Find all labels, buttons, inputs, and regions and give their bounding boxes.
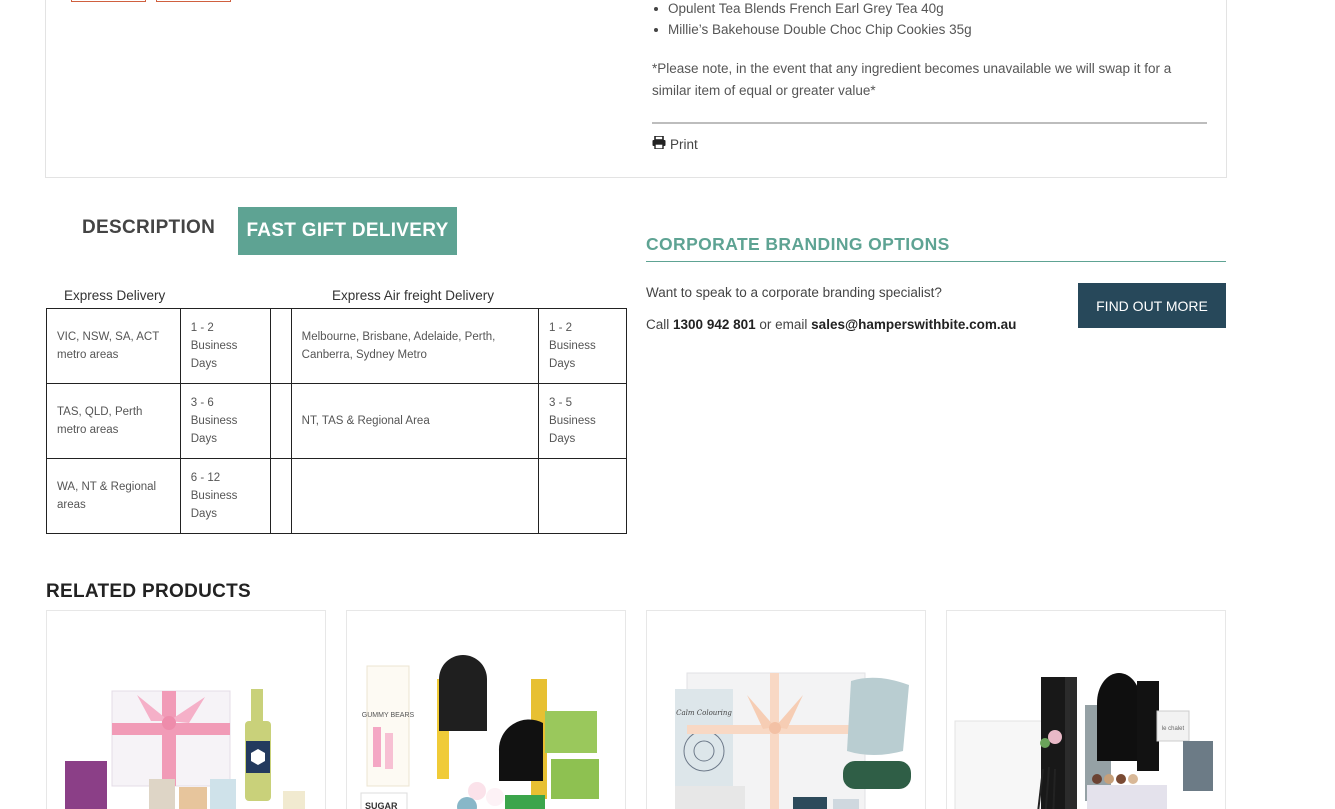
region-cell: TAS, QLD, Perth metro areas [46, 383, 181, 459]
email-link[interactable]: sales@hamperswithbite.com.au [811, 317, 1016, 332]
product-label-text: SUGAR [365, 801, 398, 809]
air-freight-header: Express Air freight Delivery [332, 288, 495, 303]
spacer-cell [269, 308, 292, 384]
product-image: le chalet [954, 673, 1213, 809]
branding-contact: Call 1300 942 801 or email sales@hampers… [646, 317, 1016, 332]
print-link[interactable]: Print [652, 135, 698, 152]
product-card[interactable] [46, 610, 326, 809]
time-cell: 1 - 2 Business Days [179, 308, 271, 384]
ingredient-item: Opulent Tea Blends French Earl Grey Tea … [652, 0, 1212, 19]
time-cell: 6 - 12 Business Days [179, 458, 271, 534]
tab-description[interactable]: DESCRIPTION [82, 217, 215, 239]
ingredient-item: Millie’s Bakehouse Double Choc Chip Cook… [652, 19, 1212, 40]
air-region-cell [290, 458, 540, 534]
thumbnail-stub[interactable] [71, 0, 146, 2]
product-detail-card: Opulent Tea Blends French Earl Grey Tea … [45, 0, 1227, 178]
product-image: GUMMY BEARS SUGAR [360, 655, 599, 809]
air-region-cell: Melbourne, Brisbane, Adelaide, Perth, Ca… [290, 308, 540, 384]
air-time-cell: 3 - 5 Business Days [538, 383, 627, 459]
ingredient-list: Opulent Tea Blends French Earl Grey Tea … [652, 0, 1212, 40]
phone-link[interactable]: 1300 942 801 [673, 317, 756, 332]
time-cell: 3 - 6 Business Days [179, 383, 271, 459]
related-products-title: RELATED PRODUCTS [46, 581, 252, 602]
air-time-cell [538, 458, 627, 534]
corporate-branding-title: CORPORATE BRANDING OPTIONS [646, 234, 950, 254]
spacer-cell [269, 383, 292, 459]
table-row: TAS, QLD, Perth metro areas 3 - 6 Busine… [46, 383, 627, 459]
print-label: Print [670, 136, 698, 152]
product-card[interactable]: GUMMY BEARS SUGAR [346, 610, 626, 809]
table-row: VIC, NSW, SA, ACT metro areas 1 - 2 Busi… [46, 308, 627, 384]
product-card[interactable]: le chalet [946, 610, 1226, 809]
product-image: Calm Colouring [675, 672, 911, 809]
find-out-more-button[interactable]: FIND OUT MORE [1078, 283, 1226, 328]
air-time-cell: 1 - 2 Business Days [538, 308, 627, 384]
product-label-text: le chalet [1162, 726, 1185, 732]
substitution-note: *Please note, in the event that any ingr… [652, 61, 1172, 98]
or-email-text: or email [759, 317, 808, 332]
product-card[interactable]: Calm Colouring [646, 610, 926, 809]
product-label-text: GUMMY BEARS [362, 712, 415, 719]
region-cell: VIC, NSW, SA, ACT metro areas [46, 308, 181, 384]
call-prefix: Call [646, 317, 670, 332]
product-label-text: Calm Colouring [676, 709, 732, 717]
thumbnail-stub[interactable] [156, 0, 231, 2]
tab-fast-gift-delivery[interactable]: FAST GIFT DELIVERY [238, 207, 457, 255]
product-image [65, 689, 305, 809]
region-cell: WA, NT & Regional areas [46, 458, 181, 534]
spacer-cell [269, 458, 292, 534]
delivery-table: VIC, NSW, SA, ACT metro areas 1 - 2 Busi… [46, 308, 627, 534]
air-region-cell: NT, TAS & Regional Area [290, 383, 540, 459]
divider [652, 122, 1207, 124]
express-delivery-header: Express Delivery [64, 288, 166, 303]
branding-question: Want to speak to a corporate branding sp… [646, 285, 942, 300]
printer-icon [652, 135, 666, 152]
section-underline [646, 261, 1226, 262]
table-row: WA, NT & Regional areas 6 - 12 Business … [46, 458, 627, 534]
